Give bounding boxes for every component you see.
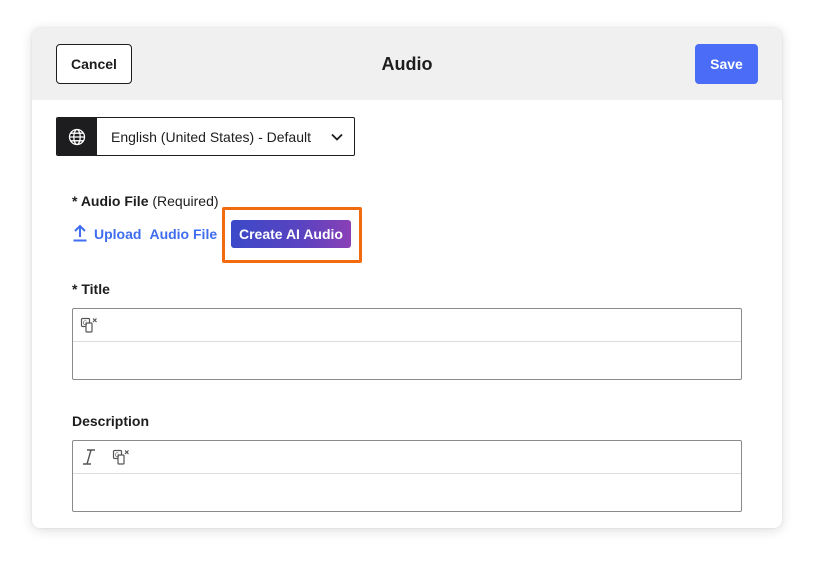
svg-text:G: G: [83, 320, 88, 327]
audio-file-label: * Audio File (Required): [72, 193, 219, 209]
dialog-header: Cancel Audio Save: [32, 28, 782, 100]
language-selected-value: English (United States) - Default: [111, 128, 311, 145]
upload-suffix: Audio File: [149, 226, 218, 242]
description-input[interactable]: [73, 474, 741, 511]
title-field: G: [72, 308, 742, 380]
description-field: G: [72, 440, 742, 512]
svg-text:G: G: [115, 452, 120, 459]
translate-clear-icon[interactable]: G: [79, 315, 99, 335]
title-input[interactable]: [73, 342, 741, 379]
globe-icon: [57, 118, 97, 155]
upload-icon: [72, 224, 88, 245]
language-select[interactable]: English (United States) - Default: [56, 117, 355, 156]
italic-icon[interactable]: [79, 447, 99, 467]
translate-clear-icon[interactable]: G: [111, 447, 131, 467]
audio-dialog: Cancel Audio Save English (United States…: [32, 28, 782, 528]
page-title: Audio: [381, 53, 433, 74]
audio-file-label-text: * Audio File: [72, 193, 149, 209]
upload-audio-file-link[interactable]: Upload Audio File: [72, 223, 217, 245]
upload-label: Upload: [94, 226, 142, 242]
title-toolbar: G: [73, 309, 741, 342]
title-label: * Title: [72, 281, 110, 297]
save-button[interactable]: Save: [695, 44, 758, 84]
description-label: Description: [72, 413, 150, 429]
description-toolbar: G: [73, 441, 741, 474]
create-ai-audio-button[interactable]: Create AI Audio: [231, 220, 351, 248]
required-note: (Required): [152, 193, 219, 209]
cancel-button[interactable]: Cancel: [56, 44, 132, 84]
chevron-down-icon: [320, 118, 354, 155]
